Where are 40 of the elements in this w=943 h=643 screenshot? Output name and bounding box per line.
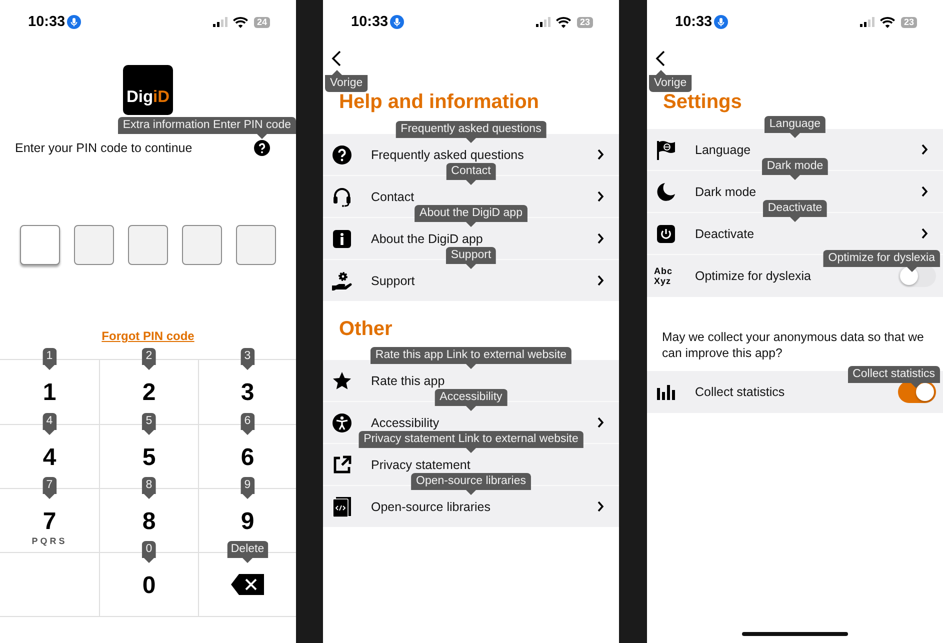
tooltip: Vorige <box>649 70 692 92</box>
row-label: Deactivate <box>695 226 756 240</box>
status-time: 10:33 <box>675 14 712 30</box>
screen-title: Settings <box>662 90 743 115</box>
tooltip: Delete <box>226 541 268 563</box>
row-label: Rate this app <box>371 374 446 388</box>
tooltip: 0 <box>142 541 156 563</box>
tooltip: 9 <box>240 477 255 499</box>
battery-indicator: 23 <box>576 16 593 28</box>
pin-prompt: Enter your PIN code to continue <box>15 141 194 155</box>
tooltip: 4 <box>42 413 57 435</box>
battery-indicator: 24 <box>254 16 270 28</box>
section-title: Help and information <box>338 90 540 115</box>
tooltip: 7 <box>42 477 57 499</box>
tooltip: 1 <box>42 348 57 370</box>
row-label: Support <box>371 274 416 288</box>
tooltip: 2 <box>142 348 156 370</box>
tooltip: 6 <box>240 413 255 435</box>
statistics-question: May we collect your anonymous data so that we can improve this app? <box>661 329 925 361</box>
row-label: Language <box>695 142 752 156</box>
row-label: About the DigiD app <box>371 232 484 246</box>
tooltip: 3 <box>240 348 255 370</box>
row-label: Dark mode <box>695 184 758 198</box>
row-label: Open-source libraries <box>371 500 492 514</box>
row-label: Contact <box>371 190 416 204</box>
row-label: Optimize for dyslexia <box>695 269 812 283</box>
tooltip: Vorige <box>325 70 368 92</box>
tooltip: Extra information Enter PIN code <box>118 117 296 139</box>
section-title: Other <box>338 317 394 342</box>
battery-indicator: 23 <box>900 16 917 28</box>
tooltip: 8 <box>142 477 156 499</box>
row-label: Accessibility <box>371 416 440 430</box>
tooltip: 5 <box>142 413 156 435</box>
status-time: 10:33 <box>351 14 388 30</box>
status-time: 10:33 <box>28 14 66 30</box>
text-icon: Abc Xyz <box>654 266 678 286</box>
row-label: Privacy statement <box>371 458 472 472</box>
row-label: Frequently asked questions <box>371 148 525 162</box>
row-label: Collect statistics <box>695 385 786 399</box>
app-logo: DigiD <box>123 65 173 115</box>
